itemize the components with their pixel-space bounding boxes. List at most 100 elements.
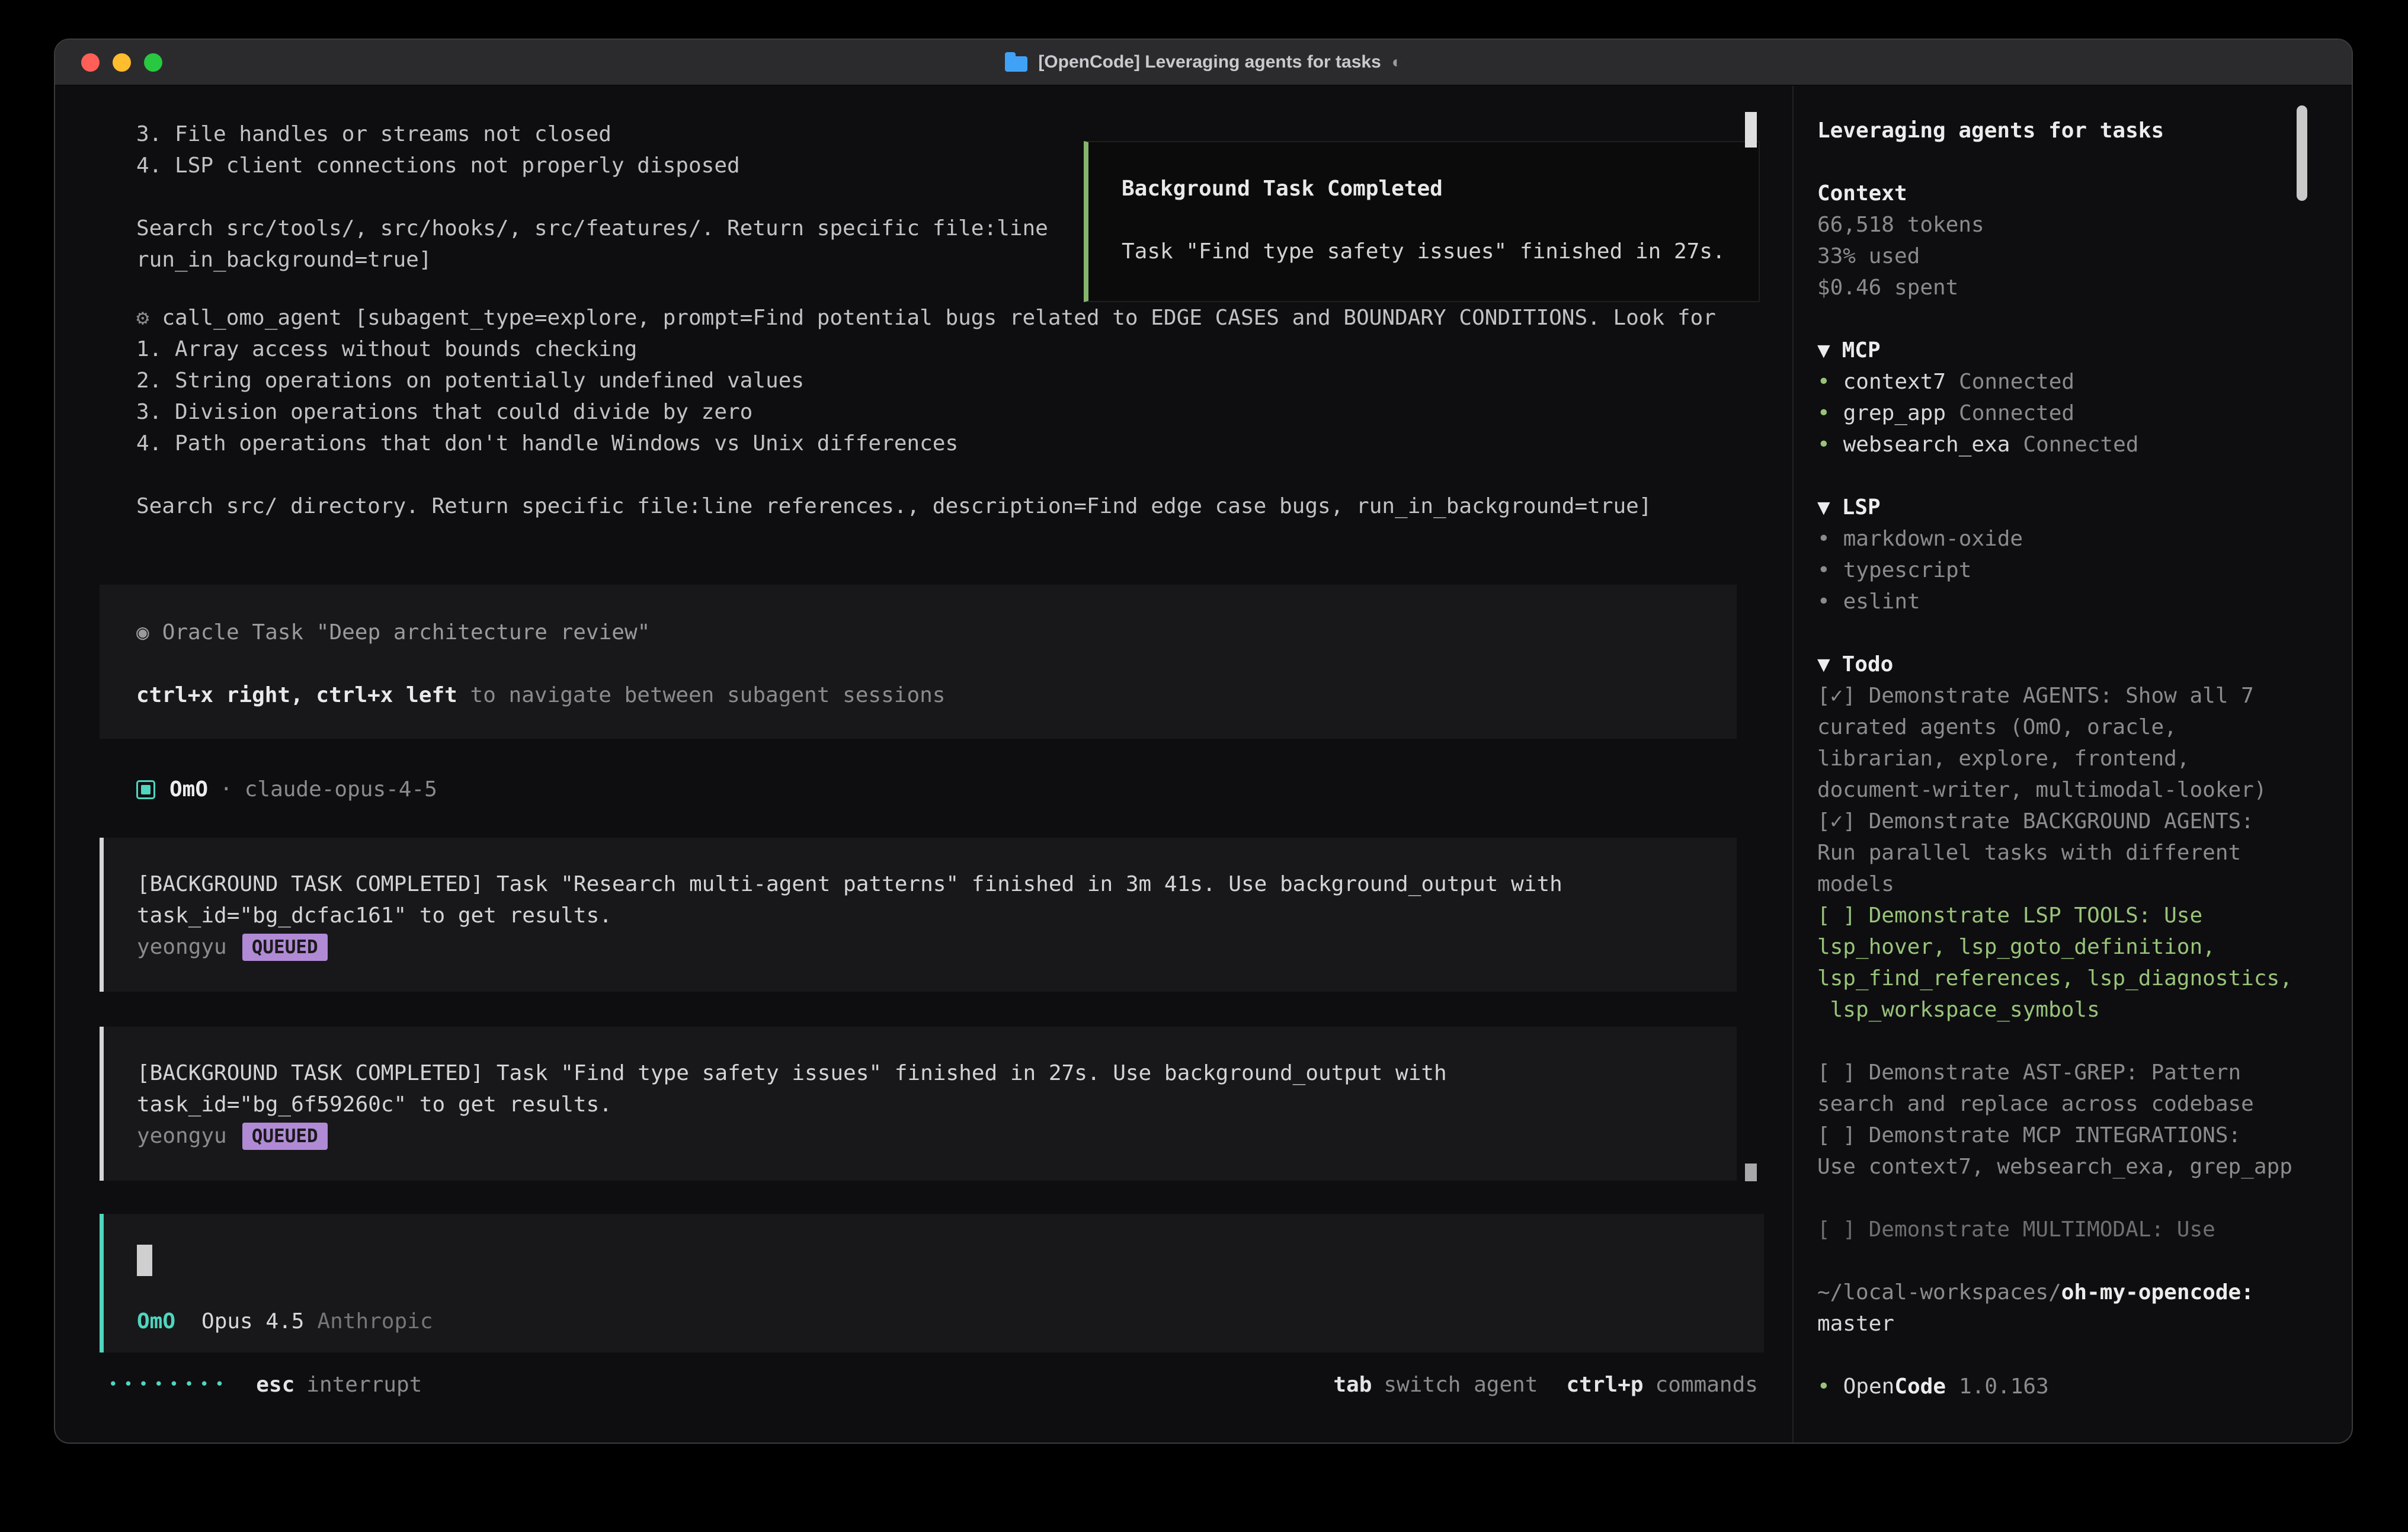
lsp-item: •typescript (1817, 555, 2352, 586)
lsp-item: • markdown-oxide (1817, 523, 2352, 555)
ctrl-p-key: ctrl+p (1567, 1369, 1644, 1400)
todo-item: [ ] Demonstrate AST-GREP: Pattern search… (1817, 1057, 2352, 1120)
toast-body: Task "Find type safety issues" finished … (1122, 236, 1725, 267)
status-badge: QUEUED (242, 934, 328, 961)
folder-icon (1005, 56, 1027, 72)
collapse-triangle-icon: ▼ (1817, 652, 1830, 677)
app-version: •OpenCode1.0.163 (1817, 1371, 2352, 1402)
session-status-icon: ◐ (1392, 53, 1402, 72)
commands-label: commands (1655, 1369, 1758, 1400)
titlebar[interactable]: [OpenCode] Leveraging agents for tasks ◐ (55, 40, 2352, 86)
tab-label: switch agent (1384, 1369, 1538, 1400)
collapse-triangle-icon: ▼ (1817, 495, 1830, 520)
esc-shortcut: esc interrupt (256, 1369, 422, 1400)
tool-call: ⚙ call_omo_agent [subagent_type=explore,… (136, 302, 1716, 522)
oracle-task-title: ◉Oracle Task "Deep architecture review" (136, 617, 1700, 648)
app-name-bold: Code (1894, 1374, 1946, 1399)
toast-title: Background Task Completed (1122, 173, 1725, 204)
message-author: yeongyu (137, 931, 227, 963)
workspace-repo: oh-my-opencode: (2061, 1280, 2254, 1305)
context-heading: Context (1817, 178, 2352, 209)
lsp-name: eslint (1843, 589, 1920, 614)
sidebar-scrollbar-thumb[interactable] (2297, 105, 2307, 201)
todo-section: ▼Todo [✓] Demonstrate AGENTS: Show all 7… (1817, 649, 2352, 1245)
hint-keys: ctrl+x right, ctrl+x left (136, 683, 457, 707)
esc-key: esc (256, 1369, 294, 1400)
tool-call-text: call_omo_agent [subagent_type=explore, p… (136, 302, 1716, 522)
toast-notification: Background Task Completed Task "Find typ… (1084, 141, 1760, 302)
agent-header: OmO · claude-opus-4-5 (136, 774, 437, 805)
bullet-icon: • (1817, 558, 1830, 582)
oracle-navigation-hint: ctrl+x right, ctrl+x left to navigate be… (136, 680, 1700, 711)
bullet-icon: • (1817, 1374, 1830, 1399)
todo-item: [ ] Demonstrate MULTIMODAL: Use (1817, 1214, 2352, 1245)
collapse-triangle-icon: ▼ (1817, 338, 1830, 363)
context-used: 33% used (1817, 241, 2352, 272)
mcp-name: websearch_exa (1843, 432, 2010, 457)
sidebar: Leveraging agents for tasks Context 66,5… (1792, 86, 2352, 1444)
mcp-name: grep_app (1843, 401, 1946, 425)
workspace-path-line: ~/local-workspaces/oh-my-opencode: (1817, 1277, 2352, 1308)
lsp-heading[interactable]: ▼ LSP (1817, 492, 2352, 523)
bullet-icon: • (1817, 370, 1830, 394)
mcp-heading-text: MCP (1842, 338, 1881, 363)
mcp-item: • context7 Connected (1817, 366, 2352, 398)
message-meta: yeongyu QUEUED (137, 931, 1703, 963)
message-text: [BACKGROUND TASK COMPLETED] Task "Resear… (137, 868, 1703, 931)
status-left: •••••••• esc interrupt (108, 1369, 422, 1400)
agent-model: claude-opus-4-5 (245, 774, 437, 805)
main-scrollbar-thumb[interactable] (1745, 112, 1757, 148)
desktop: { "theme": { "accent_teal": "#4fd6be", "… (0, 0, 2408, 1532)
lsp-heading-text: LSP (1842, 495, 1881, 520)
gear-icon: ⚙ (136, 302, 149, 334)
oracle-task-panel: ◉Oracle Task "Deep architecture review" … (100, 585, 1737, 739)
mcp-heading[interactable]: ▼ MCP (1817, 335, 2352, 366)
workspace-path: ~/local-workspaces/oh-my-opencode: maste… (1817, 1277, 2352, 1339)
zoom-button[interactable] (144, 53, 162, 72)
main-scrollbar-thumb-secondary[interactable] (1745, 1164, 1757, 1181)
tab-key: tab (1333, 1369, 1372, 1400)
agent-name: OmO (169, 774, 208, 805)
text-cursor (137, 1245, 152, 1276)
mcp-item: •websearch_exaConnected (1817, 429, 2352, 460)
lsp-item: •eslint (1817, 586, 2352, 617)
mcp-status: Connected (1959, 401, 2074, 425)
window-title: [OpenCode] Leveraging agents for tasks ◐ (1005, 52, 1401, 72)
status-bar: •••••••• esc interrupt tab switch agent … (55, 1369, 1792, 1400)
lsp-name: markdown-oxide (1843, 527, 2023, 551)
oracle-task-title-text: Oracle Task "Deep architecture review" (162, 620, 651, 645)
todo-heading[interactable]: ▼Todo (1817, 649, 2352, 680)
scrollback-text: 3. File handles or streams not closed 4.… (136, 118, 1048, 275)
input-meta: OmO Opus 4.5 Anthropic (137, 1306, 433, 1337)
input-model-name: Opus 4.5 (201, 1309, 304, 1334)
bullet-icon: • (1817, 401, 1830, 425)
message-text: [BACKGROUND TASK COMPLETED] Task "Find t… (137, 1057, 1703, 1120)
todo-item: [ ] Demonstrate MCP INTEGRATIONS: Use co… (1817, 1120, 2352, 1182)
context-spent: $0.46 spent (1817, 272, 2352, 303)
todo-item: [ ] Demonstrate LSP TOOLS: Use lsp_hover… (1817, 900, 2352, 1025)
close-button[interactable] (81, 53, 100, 72)
chat-area: 3. File handles or streams not closed 4.… (55, 86, 1792, 1444)
tab-shortcut: tab switch agent (1333, 1369, 1538, 1400)
app-version-number: 1.0.163 (1959, 1374, 2049, 1399)
input-provider-name: Anthropic (317, 1309, 433, 1334)
mcp-status: Connected (1959, 370, 2074, 394)
message-card: [BACKGROUND TASK COMPLETED] Task "Find t… (100, 1027, 1737, 1181)
terminal-window: [OpenCode] Leveraging agents for tasks ◐… (54, 39, 2353, 1444)
message-author: yeongyu (137, 1120, 227, 1152)
workspace-path-prefix: ~/local-workspaces/ (1817, 1280, 2061, 1305)
separator-dot: · (220, 774, 233, 805)
workspace-branch: master (1817, 1308, 2352, 1339)
status-right: tab switch agent ctrl+p commands (1333, 1369, 1758, 1400)
bullet-icon: • (1817, 432, 1830, 457)
window-controls (81, 40, 162, 85)
mcp-name: context7 (1843, 370, 1946, 394)
hint-text: to navigate between subagent sessions (457, 683, 946, 707)
input-agent-name: OmO (137, 1309, 175, 1334)
agent-icon (136, 780, 155, 799)
spinner-dots: •••••••• (108, 1369, 230, 1400)
prompt-input[interactable]: OmO Opus 4.5 Anthropic (100, 1214, 1764, 1352)
context-section: Context 66,518 tokens 33% used $0.46 spe… (1817, 178, 2352, 303)
minimize-button[interactable] (113, 53, 131, 72)
bullet-icon: • (1817, 527, 1830, 551)
